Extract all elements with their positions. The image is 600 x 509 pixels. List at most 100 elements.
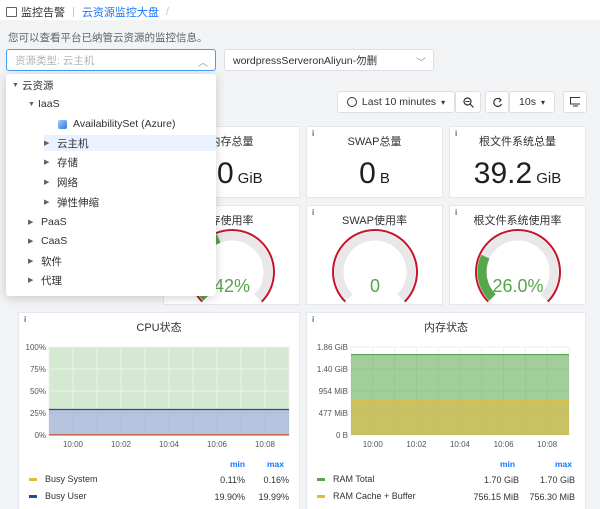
swap-usage-gauge: 0 [332,229,418,303]
breadcrumb-root[interactable]: 监控告警 [21,4,65,20]
refresh-interval-select[interactable]: 10s ▾ [509,91,555,113]
tree-node-label: CaaS [41,235,68,247]
legend-swatch [317,494,325,498]
caret-right-icon: ▶ [44,179,50,186]
breadcrumb-separator: | [72,6,75,18]
y-tick-label: 0 B [336,431,348,440]
monitor-icon [6,7,17,17]
resource-type-dropdown: ▼ 云资源 ▼ IaaS AvailabilitySet (Azure) ▶ 云主机 … [6,74,216,296]
x-tick-label: 10:00 [363,440,384,449]
x-tick-label: 10:06 [494,440,515,449]
x-tick-label: 10:06 [207,440,228,449]
cpu-legend-name: Busy User [45,491,87,501]
mem-legend-max: 756.30 MiB [529,492,575,502]
y-tick-label: 25% [30,409,46,418]
caret-right-icon: ▶ [28,258,34,265]
caret-right-icon: ▶ [44,140,50,147]
breadcrumb-trailing-separator: / [165,6,169,18]
legend-swatch [317,477,325,481]
cpu-legend-item[interactable]: Busy System [29,474,98,484]
mem-legend-name: RAM Cache + Buffer [333,491,416,501]
cpu-legend-max-header: max [267,459,285,469]
cpu-status-title: CPU状态 [136,322,182,334]
tv-mode-button[interactable] [563,91,587,113]
resource-type-select[interactable]: 资源类型: 云主机 ︿ [6,49,216,71]
tree-node-storage[interactable]: ▶ 存储 [44,154,78,170]
page-hint: 您可以查看平台已纳管云资源的监控信息。 [8,32,208,44]
tree-node-iaas[interactable]: ▼ IaaS [28,96,60,112]
series-area [351,399,569,435]
tree-node-label: PaaS [41,216,67,228]
mem-legend-max: 1.70 GiB [539,475,575,485]
tree-node-proxy[interactable]: ▶ 代理 [28,272,62,288]
time-range-picker[interactable]: Last 10 minutes ▾ [337,91,455,113]
tree-node-caas[interactable]: ▶ CaaS [28,233,67,249]
caret-right-icon: ▶ [28,277,34,284]
mem-legend-item[interactable]: RAM Cache + Buffer [317,491,416,501]
swap-total-number: 0 [359,157,376,190]
tree-node-vm[interactable]: ▶ 云主机 [44,135,216,151]
series-area [49,409,289,435]
x-tick-label: 10:02 [406,440,427,449]
breadcrumb-current[interactable]: 云资源监控大盘 [82,4,159,20]
y-tick-label: 50% [30,387,46,396]
gauge-value-text: 0 [370,276,380,296]
caret-right-icon: ▶ [28,219,34,226]
cpu-legend-min-header: min [230,459,246,469]
x-tick-label: 10:08 [537,440,558,449]
swap-total-unit: B [379,170,390,187]
tree-node-label: 弹性伸缩 [57,196,99,209]
caret-down-icon: ▼ [12,81,19,89]
cpu-legend-max: 19.99% [258,492,289,502]
zoom-out-icon [462,96,474,108]
tree-node-label: 软件 [41,255,62,268]
dashboard-toolbar: Last 10 minutes ▾ 10s ▾ [337,91,587,113]
x-tick-label: 10:02 [111,440,132,449]
x-tick-label: 10:08 [255,440,276,449]
tree-node-label: 存储 [57,156,78,169]
tree-node-cloud-resources[interactable]: ▼ 云资源 [12,77,54,93]
gauge-value-text: 42% [214,276,250,296]
rootfs-total-title: 根文件系统总量 [479,136,556,148]
zoom-out-button[interactable] [455,91,481,113]
monitor-icon [570,97,580,107]
swap-usage-panel: i SWAP使用率 0 [306,205,443,305]
top-bar: 监控告警 | 云资源监控大盘 / [0,0,600,20]
cpu-status-panel: i CPU状态 0% 25% 50% 75% 100% 10:00 10:02 10:04 10… [18,312,300,509]
caret-right-icon: ▶ [44,159,50,166]
x-tick-label: 10:04 [159,440,180,449]
tree-node-label: IaaS [38,98,60,110]
mem-legend-min: 1.70 GiB [483,475,519,485]
y-tick-label: 477 MiB [319,409,348,418]
tree-node-label: 云主机 [57,137,89,150]
tree-node-autoscaling[interactable]: ▶ 弹性伸缩 [44,194,99,210]
caret-down-icon: ▼ [28,100,35,108]
tree-node-label: 网络 [57,176,78,189]
chevron-down-icon: ▾ [441,97,446,107]
tree-node-label: AvailabilitySet (Azure) [73,118,176,130]
y-tick-label: 0% [34,431,46,440]
refresh-button[interactable] [485,91,509,113]
cpu-legend-min: 0.11% [220,475,245,485]
caret-right-icon: ▶ [44,199,50,206]
tree-node-software[interactable]: ▶ 软件 [28,253,62,269]
legend-swatch [29,494,37,498]
tree-node-network[interactable]: ▶ 网络 [44,174,78,190]
y-tick-label: 100% [26,343,46,352]
cpu-legend-item[interactable]: Busy User [29,491,87,501]
instance-select[interactable]: wordpressServeronAliyun-勿删 ﹀ [224,49,434,71]
mem-legend-name: RAM Total [333,474,375,484]
refresh-interval-label: 10s [519,96,536,108]
gauge-value-arc [477,254,496,301]
mem-status-title: 内存状态 [424,322,468,334]
chevron-up-icon: ︿ [198,58,208,69]
tree-node-availabilityset[interactable]: AvailabilitySet (Azure) [58,116,176,132]
y-tick-label: 1.40 GiB [317,365,348,374]
clock-icon [346,97,357,107]
mem-status-panel: i 内存状态 0 B 477 MiB 954 MiB 1.40 GiB 1.86 GiB… [306,312,586,509]
azure-icon [58,119,67,129]
y-tick-label: 954 MiB [319,387,348,396]
chevron-down-icon: ﹀ [416,58,426,69]
mem-legend-item[interactable]: RAM Total [317,474,374,484]
tree-node-paas[interactable]: ▶ PaaS [28,214,67,230]
